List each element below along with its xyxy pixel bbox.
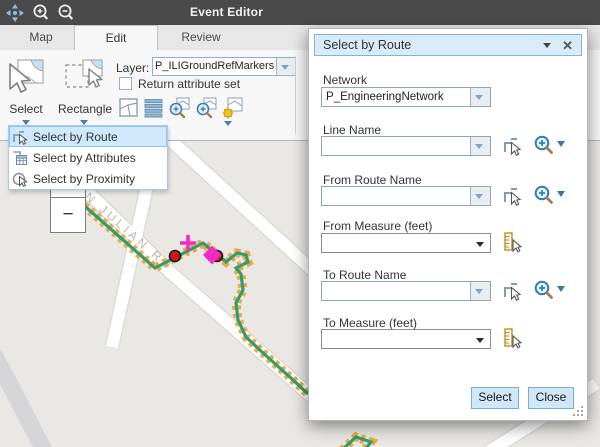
- line-name-zoom-icon[interactable]: [533, 134, 555, 156]
- layer-combobox[interactable]: P_ILIGroundRefMarkers: [152, 57, 296, 76]
- line-name-label: Line Name: [323, 123, 381, 137]
- return-attribute-set-checkbox[interactable]: [119, 77, 132, 90]
- select-button[interactable]: Select: [471, 387, 519, 409]
- to-route-name-dropdown-button[interactable]: [470, 282, 490, 300]
- close-button[interactable]: Close: [528, 387, 574, 409]
- dialog-resize-grip[interactable]: [572, 405, 584, 417]
- network-dropdown-button[interactable]: [470, 88, 490, 106]
- ribbon-group-separator: [295, 56, 296, 134]
- menu-item-select-by-attributes[interactable]: Select by Attributes: [9, 147, 167, 168]
- select-features-icon[interactable]: [117, 96, 141, 120]
- to-route-zoom-caret-icon[interactable]: [557, 286, 565, 296]
- from-route-zoom-icon[interactable]: [533, 184, 555, 206]
- tab-review[interactable]: Review: [158, 25, 244, 50]
- to-measure-ruler-icon[interactable]: [501, 327, 523, 349]
- layer-combobox-dropdown-button[interactable]: [276, 58, 295, 75]
- select-tool-icon: [6, 58, 46, 96]
- selectable-layers-icon[interactable]: [221, 96, 245, 120]
- to-measure-label: To Measure (feet): [323, 316, 417, 330]
- return-attribute-set-label: Return attribute set: [138, 77, 240, 91]
- to-measure-value: [322, 330, 490, 348]
- selectable-layers-dropdown-caret[interactable]: [224, 121, 232, 130]
- from-route-name-label: From Route Name: [323, 173, 422, 187]
- rectangle-tool-icon: [63, 58, 105, 96]
- to-route-name-label: To Route Name: [323, 268, 406, 282]
- app-title-bar: Event Editor: [0, 0, 600, 25]
- line-name-route-select-icon[interactable]: [501, 135, 523, 157]
- line-name-value: [322, 137, 470, 155]
- network-value: P_EngineeringNetwork: [322, 88, 470, 106]
- network-combobox[interactable]: P_EngineeringNetwork: [321, 87, 491, 107]
- line-name-dropdown-button[interactable]: [470, 137, 490, 155]
- from-measure-value: [322, 234, 490, 252]
- map-zoom-out-button[interactable]: −: [50, 197, 86, 233]
- menu-item-label: Select by Route: [33, 130, 118, 144]
- menu-item-select-by-proximity[interactable]: Select by Proximity: [9, 168, 167, 189]
- red-point-marker: [170, 251, 181, 262]
- zoom-in-icon[interactable]: [31, 3, 51, 23]
- app-title: Event Editor: [190, 5, 263, 19]
- from-measure-ruler-icon[interactable]: [501, 231, 523, 253]
- select-by-route-dialog: Select by Route ✕ Network P_EngineeringN…: [308, 28, 588, 421]
- zoom-out-icon[interactable]: [56, 3, 76, 23]
- event-editor-window: N JULIAN RD + −: [0, 0, 600, 447]
- menu-item-label: Select by Attributes: [33, 151, 136, 165]
- from-route-route-select-icon[interactable]: [501, 185, 523, 207]
- menu-item-select-by-route[interactable]: Select by Route: [9, 126, 167, 147]
- to-route-route-select-icon[interactable]: [501, 280, 523, 302]
- menu-item-label: Select by Proximity: [33, 172, 135, 186]
- close-icon[interactable]: ✕: [562, 36, 573, 56]
- dialog-collapse-caret-icon[interactable]: [543, 43, 551, 52]
- from-route-name-combobox[interactable]: [321, 186, 491, 206]
- layer-label: Layer:: [116, 61, 149, 75]
- select-tool-button[interactable]: Select: [0, 58, 52, 134]
- from-measure-label: From Measure (feet): [323, 219, 432, 233]
- dialog-header[interactable]: Select by Route ✕: [314, 34, 582, 56]
- map-gray-road: [0, 354, 46, 447]
- select-attributes-list-icon[interactable]: [142, 96, 166, 120]
- to-route-name-combobox[interactable]: [321, 281, 491, 301]
- from-route-name-dropdown-button[interactable]: [470, 187, 490, 205]
- to-measure-combobox[interactable]: [321, 329, 491, 349]
- to-route-zoom-icon[interactable]: [533, 279, 555, 301]
- select-dropdown-menu: Select by Route Select by Attributes Sel…: [8, 125, 168, 190]
- from-measure-combobox[interactable]: [321, 233, 491, 253]
- tab-edit[interactable]: Edit: [74, 25, 158, 50]
- select-route-icon: [12, 129, 28, 145]
- line-name-zoom-caret-icon[interactable]: [557, 141, 565, 151]
- pan-icon[interactable]: [5, 3, 25, 23]
- pan-to-selected-icon[interactable]: [194, 96, 218, 120]
- line-name-combobox[interactable]: [321, 136, 491, 156]
- dialog-title: Select by Route: [323, 35, 411, 55]
- layer-combobox-value: P_ILIGroundRefMarkers: [153, 58, 276, 75]
- rectangle-tool-label: Rectangle: [58, 102, 110, 116]
- rectangle-tool-button[interactable]: Rectangle: [58, 58, 110, 134]
- select-proximity-icon: [12, 171, 28, 187]
- network-label: Network: [323, 73, 367, 87]
- from-route-zoom-caret-icon[interactable]: [557, 191, 565, 201]
- to-route-name-value: [322, 282, 470, 300]
- select-tool-label: Select: [0, 102, 52, 116]
- from-route-name-value: [322, 187, 470, 205]
- select-attributes-icon: [12, 150, 28, 166]
- tab-map[interactable]: Map: [8, 25, 74, 50]
- zoom-to-selected-icon[interactable]: [167, 96, 191, 120]
